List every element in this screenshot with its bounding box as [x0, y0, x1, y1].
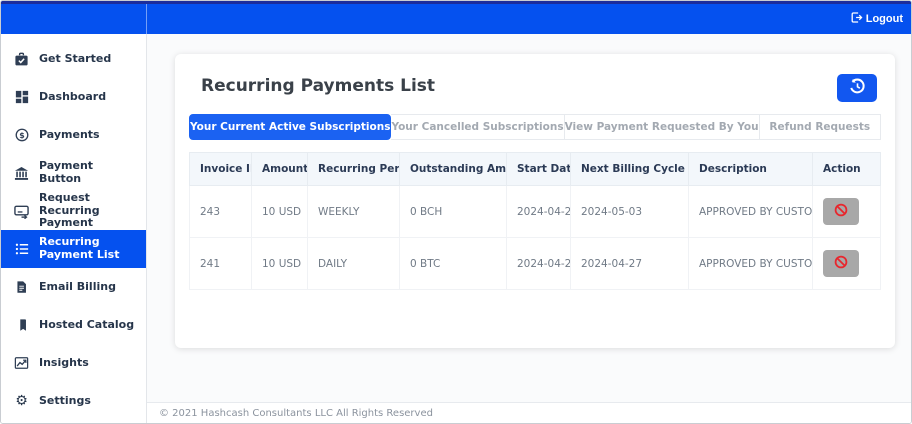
cancel-subscription-button[interactable] — [823, 250, 859, 277]
sidebar-item-label: Email Billing — [39, 279, 116, 293]
sidebar-item-label: Insights — [39, 355, 89, 369]
sidebar-item-payment-button[interactable]: Payment Button — [1, 154, 146, 192]
document-icon — [14, 280, 29, 295]
sidebar-item-label: Hosted Catalog — [39, 317, 135, 331]
sidebar-item-insights[interactable]: Insights — [1, 344, 146, 382]
sidebar-item-hosted-catalog[interactable]: Hosted Catalog — [1, 306, 146, 344]
topbar: Logout — [1, 1, 911, 34]
subscriptions-table: Invoice ID Amount Recurring Period Outst… — [189, 152, 881, 290]
sidebar-item-label: Get Started — [39, 51, 112, 65]
sidebar-item-label: Payments — [39, 127, 100, 141]
tab-payment-requested-by-you[interactable]: View Payment Requested By You — [564, 114, 760, 140]
prohibition-icon — [834, 255, 848, 272]
cell-next-billing-cycle-date: 2024-05-03 — [570, 185, 689, 238]
cell-next-billing-cycle-date: 2024-04-27 — [570, 237, 689, 290]
cell-recurring-period: WEEKLY — [307, 185, 400, 238]
sidebar-item-settings[interactable]: ⚙ Settings — [1, 382, 146, 420]
cell-outstanding-amount: 0 BCH — [399, 185, 507, 238]
sidebar-item-label: Payment Button — [39, 159, 94, 185]
cell-start-date: 2024-04-26 — [506, 237, 571, 290]
column-header-description: Description — [688, 152, 813, 186]
cell-description: APPROVED BY CUSTOMER — [688, 237, 813, 290]
briefcase-check-icon — [14, 52, 29, 67]
cell-description: APPROVED BY CUSTOMER — [688, 185, 813, 238]
gear-icon: ⚙ — [15, 393, 28, 409]
column-header-invoice-id: Invoice ID — [189, 152, 252, 186]
logout-label: Logout — [865, 13, 903, 25]
chart-icon — [14, 356, 29, 371]
sidebar-item-label: Recurring Payment List — [39, 235, 120, 261]
sidebar-item-email-billing[interactable]: Email Billing — [1, 268, 146, 306]
tab-current-active-subscriptions[interactable]: Your Current Active Subscriptions — [189, 114, 392, 140]
footer: © 2021 Hashcash Consultants LLC All Righ… — [147, 402, 911, 423]
sidebar-item-get-started[interactable]: Get Started — [1, 40, 146, 78]
table-row: 243 10 USD WEEKLY 0 BCH 2024-04-26 2024-… — [189, 185, 881, 238]
logout-button[interactable]: Logout — [850, 4, 903, 34]
cell-amount: 10 USD — [251, 237, 308, 290]
column-header-next-billing-cycle-date: Next Billing Cycle Date — [570, 152, 689, 186]
list-icon — [14, 242, 29, 257]
recurring-payments-card: Recurring Payments List Your Current Act… — [175, 54, 895, 348]
prohibition-icon — [834, 203, 848, 220]
cell-action — [812, 237, 881, 290]
sidebar-item-label: Settings — [39, 393, 91, 407]
table-header-row: Invoice ID Amount Recurring Period Outst… — [189, 152, 881, 186]
cell-outstanding-amount: 0 BTC — [399, 237, 507, 290]
sidebar: Get Started Dashboard $ Payments Payment… — [1, 34, 147, 423]
sidebar-item-request-recurring-payment[interactable]: Request Recurring Payment — [1, 191, 146, 230]
sidebar-item-payments[interactable]: $ Payments — [1, 116, 146, 154]
cancel-subscription-button[interactable] — [823, 198, 859, 225]
page-title: Recurring Payments List — [201, 76, 436, 96]
tab-cancelled-subscriptions[interactable]: Your Cancelled Subscriptions — [391, 114, 565, 140]
history-icon — [849, 78, 866, 98]
card-arrow-icon — [14, 204, 29, 219]
grid-icon — [14, 90, 29, 105]
dollar-circle-icon: $ — [14, 128, 29, 143]
history-button[interactable] — [837, 74, 877, 102]
cell-amount: 10 USD — [251, 185, 308, 238]
cell-invoice-id: 243 — [189, 185, 252, 238]
sidebar-item-label: Dashboard — [39, 89, 107, 103]
main-content: Recurring Payments List Your Current Act… — [147, 34, 911, 423]
svg-text:$: $ — [19, 131, 24, 140]
app-window: Logout Get Started Dashboard $ Payments … — [0, 0, 912, 424]
bank-icon — [14, 166, 29, 181]
cell-start-date: 2024-04-26 — [506, 185, 571, 238]
column-header-start-date: Start Date — [506, 152, 571, 186]
column-header-outstanding-amount: Outstanding Amount — [399, 152, 507, 186]
cell-recurring-period: DAILY — [307, 237, 400, 290]
sidebar-item-label: Request Recurring Payment — [39, 191, 100, 230]
table-row: 241 10 USD DAILY 0 BTC 2024-04-26 2024-0… — [189, 237, 881, 290]
cell-invoice-id: 241 — [189, 237, 252, 290]
topbar-brand-area — [1, 4, 147, 34]
column-header-recurring-period: Recurring Period — [307, 152, 400, 186]
sidebar-item-dashboard[interactable]: Dashboard — [1, 78, 146, 116]
cell-action — [812, 185, 881, 238]
tab-refund-requests[interactable]: Refund Requests — [759, 114, 881, 140]
copyright-text: © 2021 Hashcash Consultants LLC All Righ… — [159, 407, 433, 419]
subscription-tabs: Your Current Active Subscriptions Your C… — [189, 114, 881, 140]
column-header-action: Action — [812, 152, 881, 186]
sidebar-item-recurring-payment-list[interactable]: Recurring Payment List — [1, 230, 146, 268]
logout-icon — [850, 11, 863, 27]
column-header-amount: Amount — [251, 152, 308, 186]
book-icon — [14, 318, 29, 333]
